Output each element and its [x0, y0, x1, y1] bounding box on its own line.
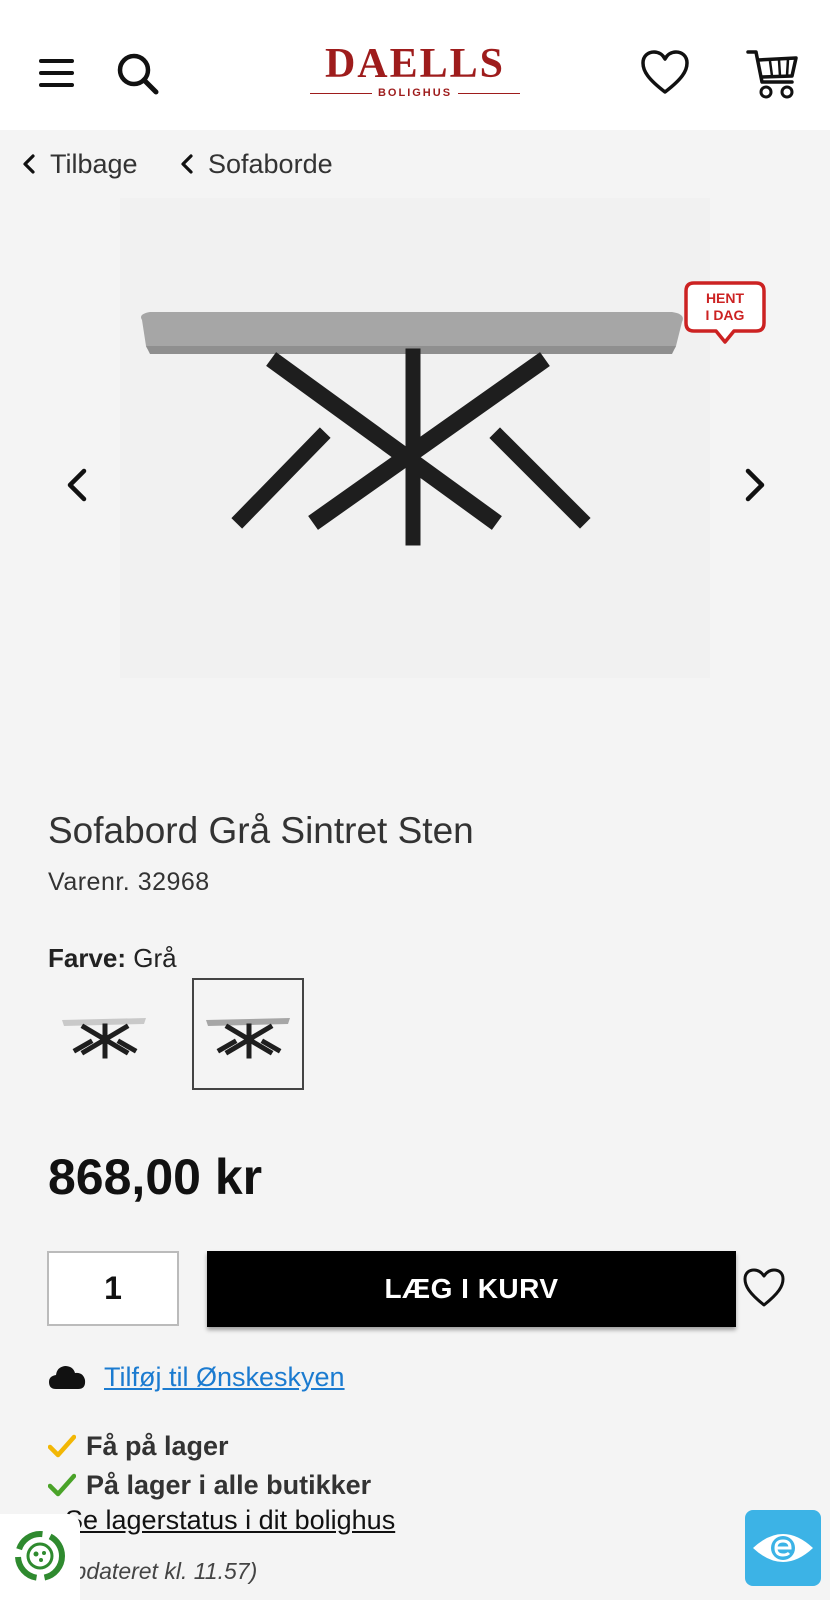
- breadcrumb-category[interactable]: Sofaborde: [180, 148, 333, 180]
- eye-icon: [753, 1534, 813, 1562]
- heart-icon[interactable]: [640, 50, 690, 96]
- eco-badge[interactable]: [0, 1514, 80, 1600]
- cart-icon[interactable]: [746, 48, 800, 100]
- cloud-icon: [49, 1366, 86, 1389]
- back-link[interactable]: Tilbage: [22, 148, 138, 180]
- badge-text: HENT I DAG: [705, 290, 745, 323]
- logo-text: DAELLS: [324, 41, 506, 87]
- store-stock-link[interactable]: Se lagerstatus i dit bolighus: [65, 1505, 395, 1536]
- stock-status-stores: På lager i alle butikker: [48, 1467, 371, 1503]
- pickup-today-badge: HENT I DAG: [684, 281, 766, 345]
- product-sku: Varenr. 32968: [48, 868, 210, 896]
- product-image[interactable]: [120, 198, 710, 678]
- heart-icon[interactable]: [742, 1266, 786, 1310]
- wishlist-cloud-row: Tilføj til Ønskeskyen: [48, 1357, 345, 1397]
- color-selector-label: Farve: Grå: [48, 943, 177, 974]
- chevron-left-icon: [23, 154, 35, 174]
- chevron-left-icon[interactable]: [56, 463, 100, 507]
- product-gallery: HENT I DAG: [0, 198, 830, 773]
- chevron-right-icon[interactable]: [732, 463, 776, 507]
- stock-status-few-text: Få på lager: [86, 1430, 229, 1461]
- stock-status-few: Få på lager: [48, 1428, 229, 1464]
- color-swatch-1[interactable]: [48, 978, 160, 1090]
- site-header: DAELLS BOLIGHUS: [0, 0, 830, 130]
- menu-icon[interactable]: [38, 56, 76, 90]
- stock-status-stores-text: På lager i alle butikker: [86, 1469, 372, 1500]
- product-title: Sofabord Grå Sintret Sten: [48, 810, 474, 851]
- checkmark-icon: [48, 1473, 76, 1497]
- product-price: 868,00 kr: [48, 1149, 263, 1205]
- breadcrumb-category-label: Sofaborde: [208, 148, 333, 179]
- color-value: Grå: [133, 943, 177, 973]
- recycle-icon: [15, 1531, 65, 1581]
- add-to-wishcloud-link[interactable]: Tilføj til Ønskeskyen: [104, 1362, 345, 1393]
- accessibility-button[interactable]: [745, 1510, 821, 1586]
- store-logo[interactable]: DAELLS BOLIGHUS: [308, 42, 522, 100]
- quantity-input[interactable]: 1: [47, 1251, 179, 1326]
- add-to-cart-button[interactable]: LÆG I KURV: [207, 1251, 736, 1327]
- chevron-left-icon: [181, 154, 193, 174]
- search-icon[interactable]: [116, 52, 160, 96]
- color-label: Farve:: [48, 943, 127, 973]
- color-swatch-2-selected[interactable]: [192, 978, 304, 1090]
- back-link-label: Tilbage: [50, 148, 138, 179]
- checkmark-icon: [48, 1434, 76, 1458]
